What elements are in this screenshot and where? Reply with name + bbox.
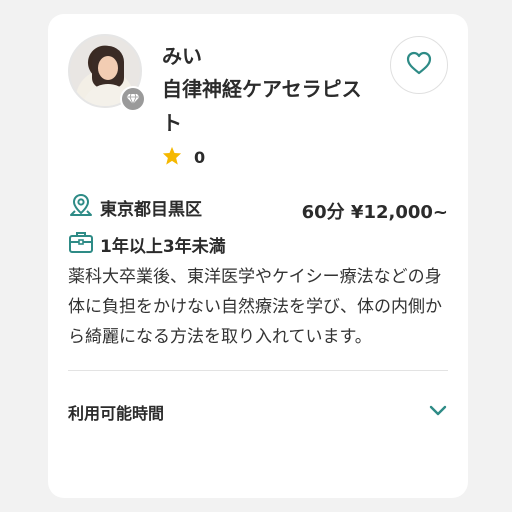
location-row: 東京都目黒区 xyxy=(68,192,202,223)
availability-toggle[interactable]: 利用可能時間 xyxy=(68,400,448,424)
diamond-icon xyxy=(120,86,146,112)
chevron-down-icon[interactable] xyxy=(428,403,448,422)
divider xyxy=(68,370,448,371)
star-icon xyxy=(162,146,182,169)
rating: 0 xyxy=(162,146,205,169)
therapist-description: 薬科大卒業後、東洋医学やケイシー療法などの身体に負担をかけない自然療法を学び、体… xyxy=(68,267,442,347)
avatar-face xyxy=(98,56,118,80)
availability-label: 利用可能時間 xyxy=(68,404,165,423)
therapist-card[interactable]: みい 自律神経ケアセラピスト 0 東京都目黒区 60分 ¥12,000~ 1年以… xyxy=(48,14,468,498)
experience-text: 1年以上3年未満 xyxy=(100,237,226,257)
map-pin-icon xyxy=(68,192,94,223)
therapist-name: みい xyxy=(162,44,202,68)
price: 60分 ¥12,000~ xyxy=(301,202,448,223)
heart-outline-icon xyxy=(406,51,432,79)
location-text: 東京都目黒区 xyxy=(100,200,202,220)
experience-row: 1年以上3年未満 xyxy=(68,230,226,259)
therapist-title: 自律神経ケアセラピスト xyxy=(162,77,362,135)
briefcase-icon xyxy=(68,230,94,259)
favorite-button[interactable] xyxy=(390,36,448,94)
rating-value: 0 xyxy=(194,148,206,167)
